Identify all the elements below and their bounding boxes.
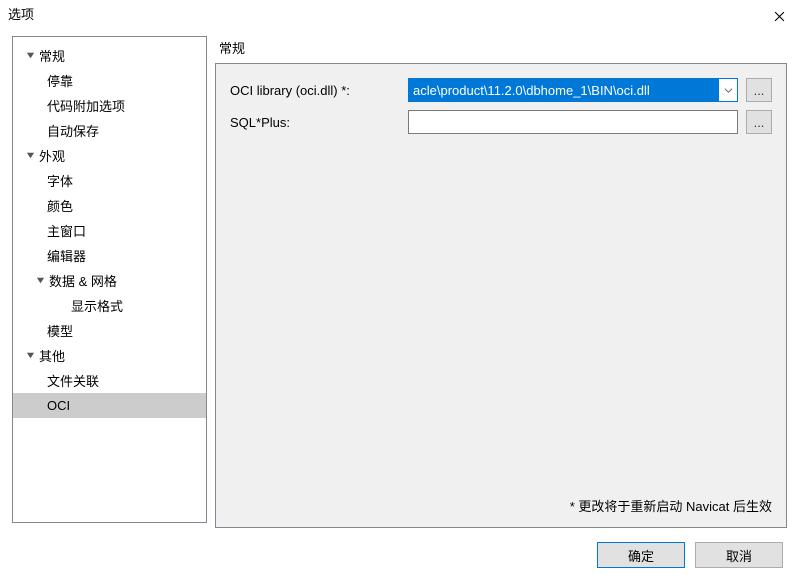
close-icon bbox=[774, 11, 785, 22]
cancel-button[interactable]: 取消 bbox=[695, 542, 783, 568]
tree-item--[interactable]: 停靠 bbox=[13, 68, 206, 93]
restart-note: * 更改将于重新启动 Navicat 后生效 bbox=[570, 496, 772, 515]
tree-item-label: 模型 bbox=[47, 321, 73, 340]
oci-library-combo[interactable]: acle\product\11.2.0\dbhome_1\BIN\oci.dll bbox=[408, 78, 738, 102]
ok-button[interactable]: 确定 bbox=[597, 542, 685, 568]
tree-item-label: 编辑器 bbox=[47, 246, 86, 265]
tree-item-label: 字体 bbox=[47, 171, 73, 190]
tree-item-label: 颜色 bbox=[47, 196, 73, 215]
row-oci-library: OCI library (oci.dll) *: acle\product\11… bbox=[230, 78, 772, 102]
tree-item-oci[interactable]: OCI bbox=[13, 393, 206, 418]
titlebar: 选项 bbox=[0, 0, 799, 28]
tree-item-label: OCI bbox=[47, 398, 70, 413]
tree-item-label: 自动保存 bbox=[47, 121, 99, 140]
chevron-down-icon[interactable] bbox=[23, 151, 37, 160]
tree-item--[interactable]: 自动保存 bbox=[13, 118, 206, 143]
main-panel-wrap: 常规 OCI library (oci.dll) *: acle\product… bbox=[215, 36, 787, 528]
dialog-footer: 确定 取消 bbox=[597, 542, 783, 568]
chevron-down-icon[interactable] bbox=[33, 276, 47, 285]
sqlplus-label: SQL*Plus: bbox=[230, 115, 400, 130]
oci-library-label: OCI library (oci.dll) *: bbox=[230, 83, 400, 98]
tree-item--[interactable]: 模型 bbox=[13, 318, 206, 343]
chevron-down-icon[interactable] bbox=[719, 86, 737, 95]
chevron-down-icon[interactable] bbox=[23, 351, 37, 360]
tree-item-label: 常规 bbox=[39, 46, 65, 65]
tree-item--[interactable]: 外观 bbox=[13, 143, 206, 168]
sqlplus-input[interactable] bbox=[408, 110, 738, 134]
tree-item--[interactable]: 代码附加选项 bbox=[13, 93, 206, 118]
section-title: 常规 bbox=[215, 36, 787, 63]
tree-item-label: 停靠 bbox=[47, 71, 73, 90]
tree-item-label: 其他 bbox=[39, 346, 65, 365]
tree-item--[interactable]: 文件关联 bbox=[13, 368, 206, 393]
chevron-down-icon[interactable] bbox=[23, 51, 37, 60]
tree-item-label: 文件关联 bbox=[47, 371, 99, 390]
tree-item--[interactable]: 其他 bbox=[13, 343, 206, 368]
settings-panel: OCI library (oci.dll) *: acle\product\11… bbox=[215, 63, 787, 528]
options-tree[interactable]: 常规停靠代码附加选项自动保存外观字体颜色主窗口编辑器数据 & 网格显示格式模型其… bbox=[12, 36, 207, 523]
window-title: 选项 bbox=[8, 4, 34, 23]
tree-item--[interactable]: 编辑器 bbox=[13, 243, 206, 268]
tree-item--[interactable]: 显示格式 bbox=[13, 293, 206, 318]
tree-item-label: 显示格式 bbox=[71, 296, 123, 315]
tree-item-label: 数据 & 网格 bbox=[49, 271, 117, 290]
tree-item-label: 外观 bbox=[39, 146, 65, 165]
close-button[interactable] bbox=[759, 4, 799, 28]
oci-library-value: acle\product\11.2.0\dbhome_1\BIN\oci.dll bbox=[409, 79, 719, 101]
dialog-body: 常规停靠代码附加选项自动保存外观字体颜色主窗口编辑器数据 & 网格显示格式模型其… bbox=[0, 28, 799, 528]
tree-item-label: 代码附加选项 bbox=[47, 96, 125, 115]
row-sqlplus: SQL*Plus: ... bbox=[230, 110, 772, 134]
tree-item--[interactable]: 颜色 bbox=[13, 193, 206, 218]
tree-item-label: 主窗口 bbox=[47, 221, 86, 240]
tree-item--[interactable]: 主窗口 bbox=[13, 218, 206, 243]
tree-item--[interactable]: 字体 bbox=[13, 168, 206, 193]
tree-item--[interactable]: 数据 & 网格 bbox=[13, 268, 206, 293]
oci-browse-button[interactable]: ... bbox=[746, 78, 772, 102]
tree-item--[interactable]: 常规 bbox=[13, 43, 206, 68]
sqlplus-browse-button[interactable]: ... bbox=[746, 110, 772, 134]
